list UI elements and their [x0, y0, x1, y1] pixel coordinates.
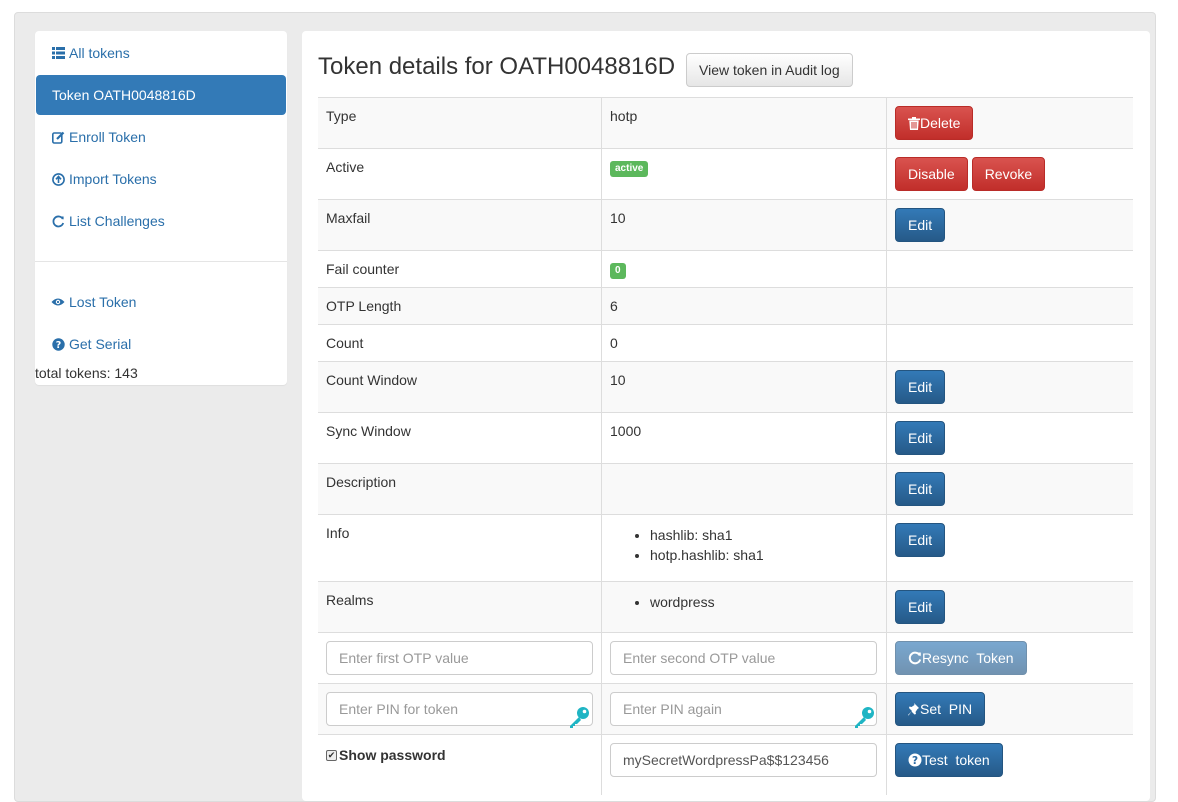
info-list: hashlib: sha1 hotp.hashlib: sha1 — [610, 525, 878, 565]
sidebar-divider — [35, 261, 287, 262]
row-label: Sync Window — [326, 423, 411, 439]
list-item: hotp.hashlib: sha1 — [650, 545, 878, 565]
eye-icon — [51, 295, 65, 309]
upload-icon — [51, 172, 65, 186]
edit-maxfail-button[interactable]: Edit — [894, 208, 946, 242]
row-label: Info — [326, 525, 350, 541]
svg-text:?: ? — [55, 340, 61, 351]
sidebar-item-all-tokens[interactable]: All tokens — [35, 33, 287, 73]
pushpin-icon — [907, 702, 919, 715]
page-title: Token details for OATH0048816D — [318, 53, 676, 80]
table-row: Fail counter 0 — [318, 250, 1133, 288]
refresh-icon — [908, 651, 922, 665]
trash-icon — [907, 116, 920, 130]
svg-text:?: ? — [912, 755, 918, 767]
set-pin-label: Set PIN — [919, 701, 973, 717]
row-label: Description — [326, 474, 397, 490]
table-row: Count 0 — [318, 324, 1133, 362]
sidebar-item-label: Enroll Token — [69, 129, 146, 145]
status-badge: active — [610, 161, 649, 177]
set-pin-button[interactable]: Set PIN — [894, 692, 986, 726]
edit-count-window-button[interactable]: Edit — [894, 370, 946, 404]
disable-button[interactable]: Disable — [894, 157, 968, 191]
edit-icon — [51, 130, 65, 144]
table-row: Sync Window 1000 Edit — [318, 412, 1133, 464]
sidebar-item-import-tokens[interactable]: Import Tokens — [35, 159, 287, 199]
fail-counter-badge: 0 — [610, 263, 626, 279]
table-row: OTP Length 6 — [318, 287, 1133, 325]
row-label: Active — [326, 159, 365, 175]
token-details-panel: Token details for OATH0048816D View toke… — [302, 31, 1150, 801]
sync-window-value: 1000 — [610, 423, 642, 439]
sidebar-item-token-serial[interactable]: Token OATH0048816D — [36, 75, 286, 115]
row-label: Realms — [326, 592, 374, 608]
table-row: Realms wordpress Edit — [318, 581, 1133, 633]
revoke-button[interactable]: Revoke — [971, 157, 1046, 191]
question-icon: ? — [908, 753, 922, 767]
table-row: ✔ Show password ? Test token — [318, 734, 1133, 795]
otp-length-value: 6 — [610, 298, 618, 314]
delete-button[interactable]: Delete — [894, 106, 974, 140]
count-window-value: 10 — [610, 372, 626, 388]
sidebar-item-label: All tokens — [69, 45, 130, 61]
table-row: Maxfail 10 Edit — [318, 199, 1133, 251]
sidebar-item-label: List Challenges — [69, 213, 165, 229]
key-icon[interactable] — [567, 705, 591, 729]
sidebar-item-get-serial[interactable]: ? Get Serial — [35, 324, 287, 364]
total-tokens: total tokens: 143 — [35, 365, 138, 381]
row-label: Count — [326, 335, 364, 351]
description-value — [610, 464, 878, 474]
sidebar-item-enroll-token[interactable]: Enroll Token — [35, 117, 287, 157]
table-row: Active active Disable Revoke — [318, 148, 1133, 200]
row-label: Fail counter — [326, 261, 400, 277]
row-label: Maxfail — [326, 210, 371, 226]
list-item: wordpress — [650, 592, 878, 612]
edit-description-button[interactable]: Edit — [894, 472, 946, 506]
question-icon: ? — [51, 337, 65, 351]
token-details-table: Type hotp Delete Active active Disable R… — [318, 97, 1133, 795]
maxfail-value: 10 — [610, 210, 626, 226]
list-item: hashlib: sha1 — [650, 525, 878, 545]
table-row: Type hotp Delete — [318, 97, 1133, 149]
sidebar-item-label: Import Tokens — [69, 171, 157, 187]
show-password-checkbox[interactable]: ✔ Show password — [326, 747, 593, 763]
token-type-value: hotp — [610, 108, 638, 124]
table-row: Count Window 10 Edit — [318, 361, 1133, 413]
table-row: Description Edit — [318, 463, 1133, 515]
sidebar-item-label: Lost Token — [69, 294, 137, 310]
refresh-icon — [51, 214, 65, 228]
row-label: OTP Length — [326, 298, 402, 314]
sidebar-item-label: Get Serial — [69, 336, 132, 352]
test-token-button[interactable]: ? Test token — [894, 743, 1003, 777]
resync-label: Resync Token — [921, 650, 1014, 666]
checkbox-checked-icon[interactable]: ✔ — [326, 749, 337, 761]
view-audit-log-button[interactable]: View token in Audit log — [686, 53, 853, 87]
row-label: Count Window — [326, 372, 418, 388]
edit-sync-window-button[interactable]: Edit — [894, 421, 946, 455]
realms-list: wordpress — [610, 592, 878, 612]
list-icon — [51, 46, 65, 60]
table-row: Info hashlib: sha1 hotp.hashlib: sha1 Ed… — [318, 514, 1133, 582]
table-row: Resync Token — [318, 632, 1133, 684]
first-otp-input[interactable] — [326, 641, 593, 675]
pin-input[interactable] — [326, 692, 593, 726]
show-password-label: Show password — [339, 747, 446, 763]
edit-info-button[interactable]: Edit — [894, 523, 946, 557]
sidebar: All tokens Token OATH0048816D Enroll Tok… — [35, 31, 287, 385]
table-row: Set PIN — [318, 683, 1133, 735]
count-value: 0 — [610, 335, 618, 351]
second-otp-input[interactable] — [610, 641, 877, 675]
pin-confirm-input[interactable] — [610, 692, 877, 726]
delete-label: Delete — [919, 115, 961, 131]
test-token-label: Test token — [921, 752, 990, 768]
row-label: Type — [326, 108, 357, 124]
test-password-input[interactable] — [610, 743, 877, 777]
resync-token-button[interactable]: Resync Token — [894, 641, 1027, 675]
edit-realms-button[interactable]: Edit — [894, 590, 946, 624]
sidebar-item-lost-token[interactable]: Lost Token — [35, 282, 287, 322]
sidebar-item-list-challenges[interactable]: List Challenges — [35, 201, 287, 241]
sidebar-item-label: Token OATH0048816D — [52, 87, 196, 103]
key-icon[interactable] — [852, 705, 876, 729]
